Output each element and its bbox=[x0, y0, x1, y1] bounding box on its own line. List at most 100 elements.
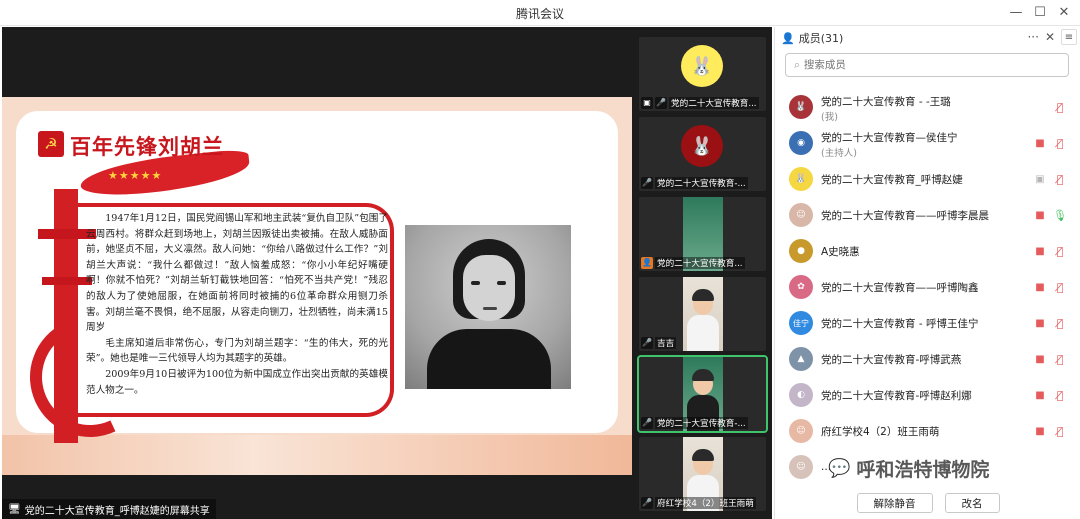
member-role: (主持人) bbox=[821, 148, 857, 159]
window-controls: — ☐ ✕ bbox=[1006, 2, 1074, 22]
member-row[interactable]: 🐰 党的二十大宣传教育_呼博赵婕 ▣ 🎙̸ bbox=[775, 161, 1080, 197]
tile-name: 党的二十大宣传教育... bbox=[655, 256, 745, 269]
video-tile[interactable]: 👤 党的二十大宣传教育... bbox=[639, 197, 766, 271]
tile-label: ▣ 🎤 党的二十大宣传教育... bbox=[641, 96, 764, 109]
tile-name: 党的二十大宣传教育-... bbox=[655, 176, 748, 189]
camera-off-icon[interactable]: ■ bbox=[1033, 424, 1047, 438]
rename-button[interactable]: 改名 bbox=[944, 493, 1000, 513]
close-icon[interactable]: ✕ bbox=[1054, 2, 1074, 22]
camera-off-icon[interactable]: ■ bbox=[1033, 352, 1047, 366]
slide-title: 百年先锋刘胡兰 bbox=[70, 135, 224, 159]
camera-off-icon[interactable]: ■ bbox=[1033, 244, 1047, 258]
watermark: 💬 呼和浩特博物院 bbox=[828, 455, 989, 482]
rabbit-icon: 🐰 bbox=[690, 135, 714, 157]
video-tile[interactable]: 🐰 🎤 党的二十大宣传教育-... bbox=[639, 117, 766, 191]
member-avatar: ◉ bbox=[789, 131, 813, 155]
wechat-icon: 💬 bbox=[828, 458, 851, 479]
slide-body-text: 1947年1月12日，国民党阎锡山军和地主武装“复仇自卫队”包围了云周西村。将群… bbox=[86, 211, 388, 398]
tile-label: 🎤 府红学校4（2）班王雨萌 bbox=[641, 496, 764, 509]
mic-muted-icon[interactable]: 🎙̸ bbox=[1053, 424, 1067, 438]
member-name: 党的二十大宣传教育——呼博陶鑫 bbox=[821, 281, 979, 294]
participant-avatar: 🐰 bbox=[681, 125, 723, 167]
member-role: (我) bbox=[821, 112, 838, 123]
share-caption: 🖥 党的二十大宣传教育_呼博赵婕的屏幕共享 bbox=[2, 499, 216, 519]
unmute-all-button[interactable]: 解除静音 bbox=[856, 493, 933, 513]
share-caption-text: 党的二十大宣传教育_呼博赵婕的屏幕共享 bbox=[24, 505, 210, 517]
tile-label: 🎤 党的二十大宣传教育-... bbox=[641, 416, 764, 429]
mic-muted-icon[interactable]: 🎙̸ bbox=[1053, 352, 1067, 366]
member-row[interactable]: ◐ 党的二十大宣传教育-呼博赵利娜 ■ 🎙̸ bbox=[775, 377, 1080, 413]
slide-paragraph: 2009年9月10日被评为100位为新中国成立作出突出贡献的英雄模范人物之一。 bbox=[86, 368, 388, 396]
member-row[interactable]: ● A史晓惠 ■ 🎙̸ bbox=[775, 233, 1080, 269]
member-name: A史晓惠 bbox=[821, 245, 860, 258]
member-row[interactable]: ▲ 党的二十大宣传教育-呼博武燕 ■ 🎙̸ bbox=[775, 341, 1080, 377]
mic-muted-icon[interactable]: 🎙̸ bbox=[1053, 136, 1067, 150]
member-avatar: 🐰 bbox=[789, 95, 813, 119]
member-avatar: ✿ bbox=[789, 275, 813, 299]
video-tile[interactable]: 🎤 府红学校4（2）班王雨萌 bbox=[639, 437, 766, 511]
mic-muted-icon[interactable]: 🎙̸ bbox=[1053, 316, 1067, 330]
camera-off-icon[interactable]: ■ bbox=[1033, 208, 1047, 222]
menu-icon[interactable]: ≡ bbox=[1061, 29, 1077, 45]
tile-label: 🎤 党的二十大宣传教育-... bbox=[641, 176, 764, 189]
slide-paragraph: 毛主席知道后非常伤心，专门为刘胡兰题字：“生的伟大，死的光荣”。她也是唯一三代领… bbox=[86, 337, 388, 365]
member-avatar: ☺ bbox=[789, 203, 813, 227]
screen-share-icon[interactable]: ▣ bbox=[1033, 172, 1047, 186]
close-panel-icon[interactable]: ✕ bbox=[1045, 30, 1055, 44]
participant-avatar: 🐰 bbox=[681, 45, 723, 87]
member-row[interactable]: ◉ 党的二十大宣传教育—侯佳宁 (主持人) ■ 🎙̸ bbox=[775, 125, 1080, 161]
screen-share-area[interactable]: ★★★★★ ☭ 百年先锋刘胡兰 1947年1月12日，国民党阎锡山军和地主武装“… bbox=[2, 27, 632, 519]
video-tile[interactable]: 🎤 吉吉 bbox=[639, 277, 766, 351]
watermark-text: 呼和浩特博物院 bbox=[856, 459, 990, 481]
slide-paragraph: 1947年1月12日，国民党阎锡山军和地主武装“复仇自卫队”包围了云周西村。将群… bbox=[86, 213, 388, 334]
mic-muted-icon[interactable]: 🎙̸ bbox=[1053, 244, 1067, 258]
tile-name: 党的二十大宣传教育-... bbox=[655, 416, 748, 429]
member-search-box[interactable]: ⌕ bbox=[785, 53, 1069, 77]
search-icon: ⌕ bbox=[794, 58, 800, 71]
flag-stars: ★★★★★ bbox=[108, 169, 163, 182]
member-row[interactable]: ✿ 党的二十大宣传教育——呼博陶鑫 ■ 🎙̸ bbox=[775, 269, 1080, 305]
more-options-icon[interactable]: ··· bbox=[1027, 30, 1038, 44]
tile-name: 吉吉 bbox=[655, 336, 677, 349]
video-tile-active-speaker[interactable]: 🎤 党的二十大宣传教育-... bbox=[637, 355, 768, 433]
mic-muted-icon[interactable]: 🎙̸ bbox=[1053, 280, 1067, 294]
camera-off-icon[interactable]: ■ bbox=[1033, 280, 1047, 294]
mic-icon: 🎤 bbox=[641, 336, 653, 349]
mic-muted-icon[interactable]: 🎙̸ bbox=[1053, 388, 1067, 402]
mic-muted-icon[interactable]: 🎙̸ bbox=[1053, 172, 1067, 186]
mic-on-icon[interactable]: 🎙 bbox=[1053, 208, 1067, 222]
members-panel-header: 👤 成员(31) ··· ✕ ≡ bbox=[775, 27, 1080, 49]
rabbit-icon: 🐰 bbox=[690, 55, 714, 77]
member-search-input[interactable] bbox=[803, 59, 1044, 71]
member-avatar: ☺ bbox=[789, 419, 813, 443]
camera-off-icon[interactable]: ■ bbox=[1033, 388, 1047, 402]
mic-icon: 🎤 bbox=[641, 416, 653, 429]
member-name: 党的二十大宣传教育-呼博武燕 bbox=[821, 353, 962, 366]
slide-decor-stripe bbox=[2, 435, 632, 475]
member-row[interactable]: ☺ 府红学校4（2）班王雨萌 ■ 🎙̸ bbox=[775, 413, 1080, 449]
screen-share-icon: ▣ bbox=[641, 96, 653, 109]
shared-slide: ★★★★★ ☭ 百年先锋刘胡兰 1947年1月12日，国民党阎锡山军和地主武装“… bbox=[2, 97, 632, 475]
members-panel-footer: 解除静音 改名 bbox=[775, 487, 1080, 519]
camera-off-icon[interactable]: ■ bbox=[1033, 136, 1047, 150]
member-avatar: ☺ bbox=[789, 455, 813, 479]
member-row[interactable]: 🐰 党的二十大宣传教育 - -王璐 (我) 🎙̸ bbox=[775, 89, 1080, 125]
member-avatar: ● bbox=[789, 239, 813, 263]
member-avatar: ▲ bbox=[789, 347, 813, 371]
mic-muted-icon[interactable]: 🎙̸ bbox=[1053, 100, 1067, 114]
screen-share-icon: 🖥 bbox=[8, 503, 21, 515]
member-row[interactable]: 佳宁 党的二十大宣传教育 - 呼博王佳宁 ■ 🎙̸ bbox=[775, 305, 1080, 341]
portrait-photo bbox=[405, 225, 571, 389]
member-name: 党的二十大宣传教育_呼博赵婕 bbox=[821, 173, 963, 186]
video-tile[interactable]: 🐰 ▣ 🎤 党的二十大宣传教育... bbox=[639, 37, 766, 111]
tile-label: 👤 党的二十大宣传教育... bbox=[641, 256, 764, 269]
panel-header-actions: ··· ✕ ≡ bbox=[1027, 29, 1077, 45]
member-list: 🐰 党的二十大宣传教育 - -王璐 (我) 🎙̸ ◉ 党的二十大宣传教育—侯佳宁… bbox=[775, 89, 1080, 485]
meeting-window: 腾讯会议 — ☐ ✕ ★★★★★ ☭ 百年先锋刘胡兰 1947年1月12日，国民… bbox=[0, 0, 1080, 519]
member-name: 党的二十大宣传教育 - -王璐 bbox=[821, 96, 951, 108]
minimize-icon[interactable]: — bbox=[1006, 2, 1026, 22]
member-row[interactable]: ☺ 党的二十大宣传教育——呼博李晨晨 ■ 🎙 bbox=[775, 197, 1080, 233]
maximize-icon[interactable]: ☐ bbox=[1030, 2, 1050, 22]
camera-off-icon[interactable]: ■ bbox=[1033, 316, 1047, 330]
members-icon: 👤 bbox=[781, 31, 795, 45]
